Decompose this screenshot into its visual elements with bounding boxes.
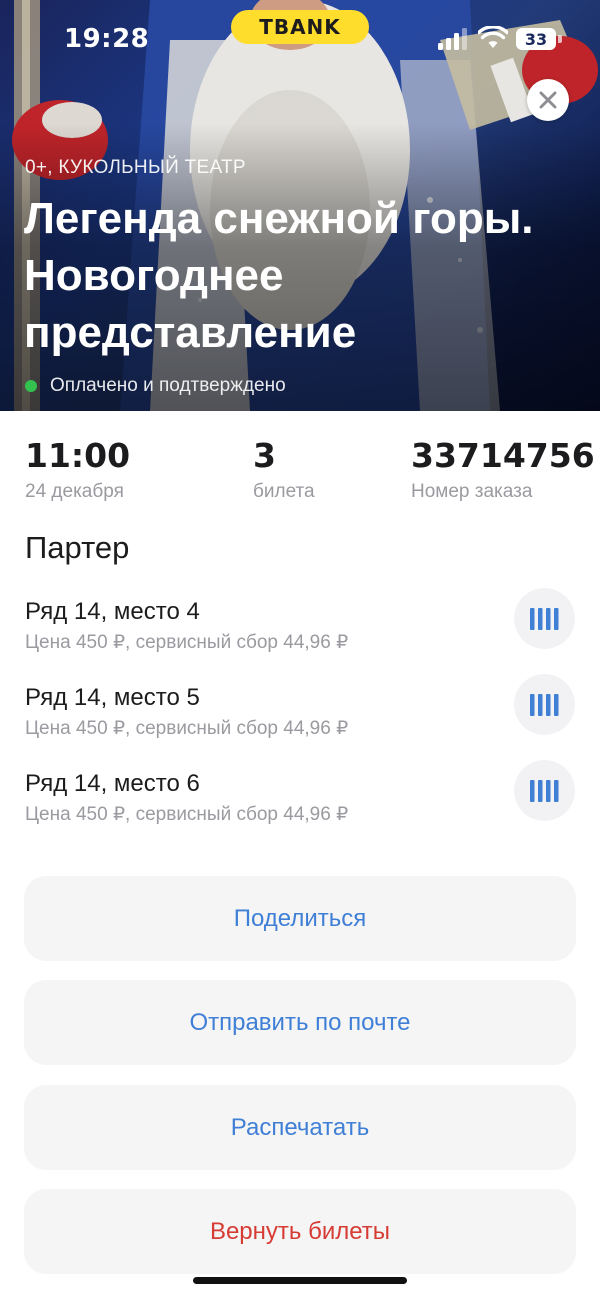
barcode-icon (529, 607, 558, 630)
ticket-item[interactable]: Ряд 14, место 5 Цена 450 ₽, сервисный сб… (0, 674, 600, 754)
brand-badge: TBANK (231, 10, 369, 44)
print-button[interactable]: Распечатать (24, 1085, 576, 1170)
ticket-price: Цена 450 ₽, сервисный сбор 44,96 ₽ (25, 632, 349, 653)
barcode-button[interactable] (514, 760, 575, 821)
ticket-item[interactable]: Ряд 14, место 4 Цена 450 ₽, сервисный сб… (0, 588, 600, 668)
wifi-icon (478, 26, 508, 48)
event-time: 11:00 (25, 436, 131, 475)
event-title: Легенда снежной горы. Новогоднее предста… (24, 194, 534, 357)
payment-status: Оплачено и подтверждено (25, 375, 286, 397)
refund-tickets-button[interactable]: Вернуть билеты (24, 1189, 576, 1274)
barcode-button[interactable] (514, 674, 575, 735)
order-number-block: 33714756 Номер заказа (411, 437, 595, 503)
order-number: 33714756 (411, 436, 595, 475)
battery-level: 33 (516, 28, 556, 50)
ticket-count: 3 (253, 436, 276, 475)
ticket-price: Цена 450 ₽, сервисный сбор 44,96 ₽ (25, 804, 349, 825)
signal-icon (438, 28, 467, 50)
home-indicator[interactable] (193, 1277, 407, 1284)
battery-icon: 33 (516, 28, 562, 50)
ticket-seat: Ряд 14, место 6 (25, 770, 200, 797)
event-time-block: 11:00 24 декабря (25, 437, 130, 503)
ticket-count-label: билета (253, 481, 315, 502)
status-bar: 19:28 TBANK 33 (0, 0, 600, 60)
send-email-button[interactable]: Отправить по почте (24, 980, 576, 1065)
barcode-icon (529, 693, 558, 716)
ticket-count-block: 3 билета (253, 437, 315, 503)
ticket-seat: Ряд 14, место 5 (25, 684, 200, 711)
ticket-price: Цена 450 ₽, сервисный сбор 44,96 ₽ (25, 718, 349, 739)
close-button[interactable] (527, 79, 569, 121)
status-time: 19:28 (64, 24, 150, 54)
ticket-seat: Ряд 14, место 4 (25, 598, 200, 625)
seating-section-title: Партер (25, 530, 130, 565)
event-hero: 19:28 TBANK 33 0+, КУКОЛЬНЫЙ ТЕАТР Леген… (0, 0, 600, 411)
close-icon (539, 91, 557, 109)
order-number-label: Номер заказа (411, 481, 533, 502)
event-date: 24 декабря (25, 481, 124, 502)
status-dot-icon (25, 380, 37, 392)
ticket-item[interactable]: Ряд 14, место 6 Цена 450 ₽, сервисный сб… (0, 760, 600, 840)
payment-status-text: Оплачено и подтверждено (50, 375, 286, 396)
event-category: 0+, КУКОЛЬНЫЙ ТЕАТР (25, 157, 246, 178)
share-button[interactable]: Поделиться (24, 876, 576, 961)
barcode-button[interactable] (514, 588, 575, 649)
barcode-icon (529, 779, 558, 802)
battery-cap (558, 35, 562, 43)
